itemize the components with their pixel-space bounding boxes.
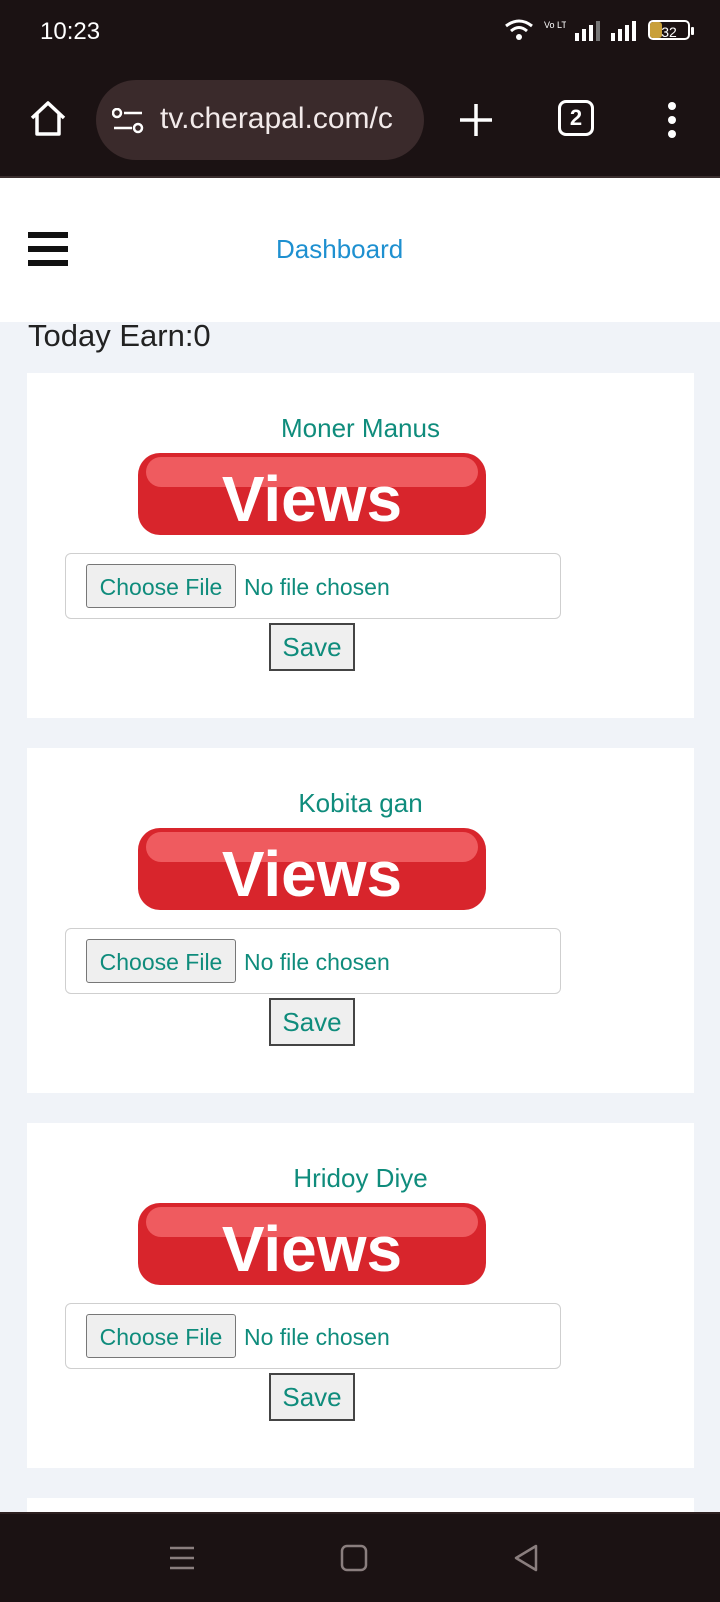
file-input[interactable]: Choose File No file chosen xyxy=(65,553,561,619)
save-button[interactable]: Save xyxy=(269,998,355,1046)
views-image: Views xyxy=(138,828,486,910)
new-tab-icon[interactable] xyxy=(456,100,496,140)
views-image-text: Views xyxy=(222,838,402,910)
choose-file-button[interactable]: Choose File xyxy=(86,1314,236,1358)
file-input[interactable]: Choose File No file chosen xyxy=(65,1303,561,1369)
volte-icon: Vo LTE xyxy=(544,20,566,30)
video-card: Hridoy Diye Views Choose File No file ch… xyxy=(27,1123,694,1468)
signal-icon xyxy=(575,21,600,41)
file-status: No file chosen xyxy=(244,949,390,975)
signal-icon-2 xyxy=(611,21,636,41)
volte-label: Vo LTE xyxy=(544,20,566,30)
card-title: Moner Manus xyxy=(281,413,440,443)
tab-switcher-button[interactable]: 2 xyxy=(558,100,594,136)
status-time: 10:23 xyxy=(40,18,101,45)
more-menu-icon[interactable] xyxy=(664,100,680,140)
home-nav-icon[interactable] xyxy=(338,1542,370,1574)
status-icons: Vo LTE 32 xyxy=(504,18,694,42)
file-status: No file chosen xyxy=(244,1324,390,1350)
file-status: No file chosen xyxy=(244,574,390,600)
card-title: Kobita gan xyxy=(298,788,423,818)
address-bar[interactable]: tv.cherapal.com/c xyxy=(96,80,424,160)
choose-file-button[interactable]: Choose File xyxy=(86,939,236,983)
system-nav-bar xyxy=(0,1512,720,1602)
save-button[interactable]: Save xyxy=(269,623,355,671)
status-bar: 10:23 Vo LTE 32 xyxy=(0,0,720,64)
recents-icon[interactable] xyxy=(166,1542,198,1574)
dashboard-link[interactable]: Dashboard xyxy=(276,234,403,265)
battery-level: 32 xyxy=(661,24,677,40)
card-title: Hridoy Diye xyxy=(293,1163,428,1193)
site-settings-icon[interactable] xyxy=(112,108,144,134)
url-text: tv.cherapal.com/c xyxy=(160,102,393,135)
today-earn: Today Earn:0 xyxy=(28,318,211,353)
choose-file-button[interactable]: Choose File xyxy=(86,564,236,608)
home-icon[interactable] xyxy=(28,98,68,138)
views-image-text: Views xyxy=(222,1213,402,1285)
video-card-partial xyxy=(27,1498,694,1512)
views-image: Views xyxy=(138,453,486,535)
video-card: Moner Manus Views Choose File No file ch… xyxy=(27,373,694,718)
browser-toolbar: tv.cherapal.com/c 2 xyxy=(0,64,720,178)
battery-icon: 32 xyxy=(648,20,694,40)
hamburger-menu-icon[interactable] xyxy=(28,232,68,266)
wifi-icon xyxy=(505,19,533,40)
file-input[interactable]: Choose File No file chosen xyxy=(65,928,561,994)
save-button[interactable]: Save xyxy=(269,1373,355,1421)
back-icon[interactable] xyxy=(510,1542,542,1574)
views-image-text: Views xyxy=(222,463,402,535)
video-card: Kobita gan Views Choose File No file cho… xyxy=(27,748,694,1093)
site-navbar: Dashboard xyxy=(0,178,720,322)
views-image: Views xyxy=(138,1203,486,1285)
